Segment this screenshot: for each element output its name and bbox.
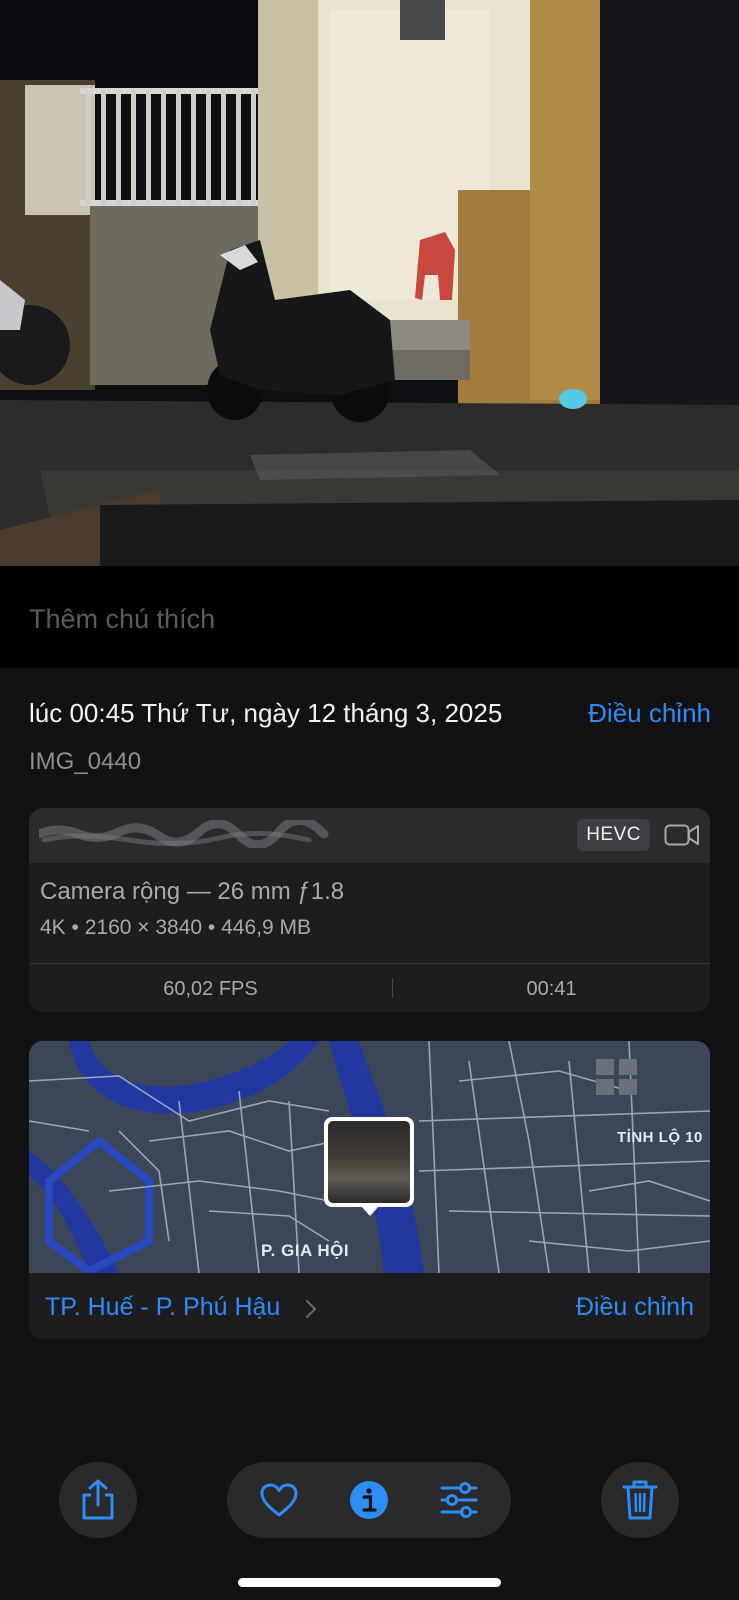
location-name-link[interactable]: TP. Huế - P. Phú Hậu — [45, 1293, 280, 1322]
format-badge: HEVC — [577, 819, 650, 851]
video-specs: 4K • 2160 × 3840 • 446,9 MB — [40, 916, 311, 939]
pin-thumbnail — [328, 1121, 410, 1203]
photo-image — [0, 0, 739, 566]
photo-view[interactable] — [0, 0, 739, 566]
camera-info-card: HEVC Camera rộng — 26 mm ƒ1.8 4K • 2160 … — [29, 808, 710, 1012]
camera-card-footer: 60,02 FPS 00:41 — [29, 963, 710, 1012]
info-button[interactable] — [330, 1462, 408, 1538]
map-label-ward: P. GIA HỘI — [261, 1241, 350, 1260]
adjust-location-button[interactable]: Điều chỉnh — [576, 1293, 694, 1322]
adjust-date-button[interactable]: Điều chỉnh — [588, 698, 711, 729]
camera-card-header: HEVC — [29, 808, 710, 863]
capture-datetime: lúc 00:45 Thứ Tư, ngày 12 tháng 3, 2025 — [29, 698, 503, 728]
delete-button[interactable] — [601, 1462, 679, 1538]
location-card: P. GIA HỘI TỈNH LỘ 10 TP. Huế - P. Phú H… — [29, 1041, 710, 1339]
file-name: IMG_0440 — [29, 748, 142, 775]
video-camera-icon — [664, 824, 699, 846]
lens-info: Camera rộng — 26 mm ƒ1.8 — [40, 878, 345, 905]
share-icon — [59, 1462, 137, 1538]
caption-input[interactable]: Thêm chú thích — [29, 604, 215, 635]
info-icon — [350, 1481, 388, 1519]
share-button[interactable] — [59, 1462, 137, 1538]
date-row: lúc 00:45 Thứ Tư, ngày 12 tháng 3, 2025 … — [29, 698, 711, 732]
sliders-icon — [440, 1482, 478, 1518]
trash-icon — [601, 1462, 679, 1538]
photo-actions-group — [227, 1462, 511, 1538]
home-indicator[interactable] — [238, 1578, 501, 1587]
location-map[interactable]: P. GIA HỘI TỈNH LỘ 10 — [29, 1041, 710, 1273]
info-sheet: lúc 00:45 Thứ Tư, ngày 12 tháng 3, 2025 … — [0, 668, 739, 1600]
redacted-device-name — [39, 820, 329, 848]
favorite-button[interactable] — [240, 1462, 318, 1538]
video-duration: 00:41 — [526, 978, 577, 1000]
pin-pointer — [361, 1206, 379, 1216]
edit-button[interactable] — [420, 1462, 498, 1538]
chevron-right-icon — [306, 1300, 316, 1318]
photo-location-pin[interactable] — [324, 1117, 414, 1207]
caption-bar[interactable]: Thêm chú thích — [0, 566, 739, 668]
frame-rate: 60,02 FPS — [163, 978, 258, 1000]
heart-icon — [260, 1483, 298, 1517]
map-label-road: TỈNH LỘ 10 — [617, 1129, 703, 1146]
